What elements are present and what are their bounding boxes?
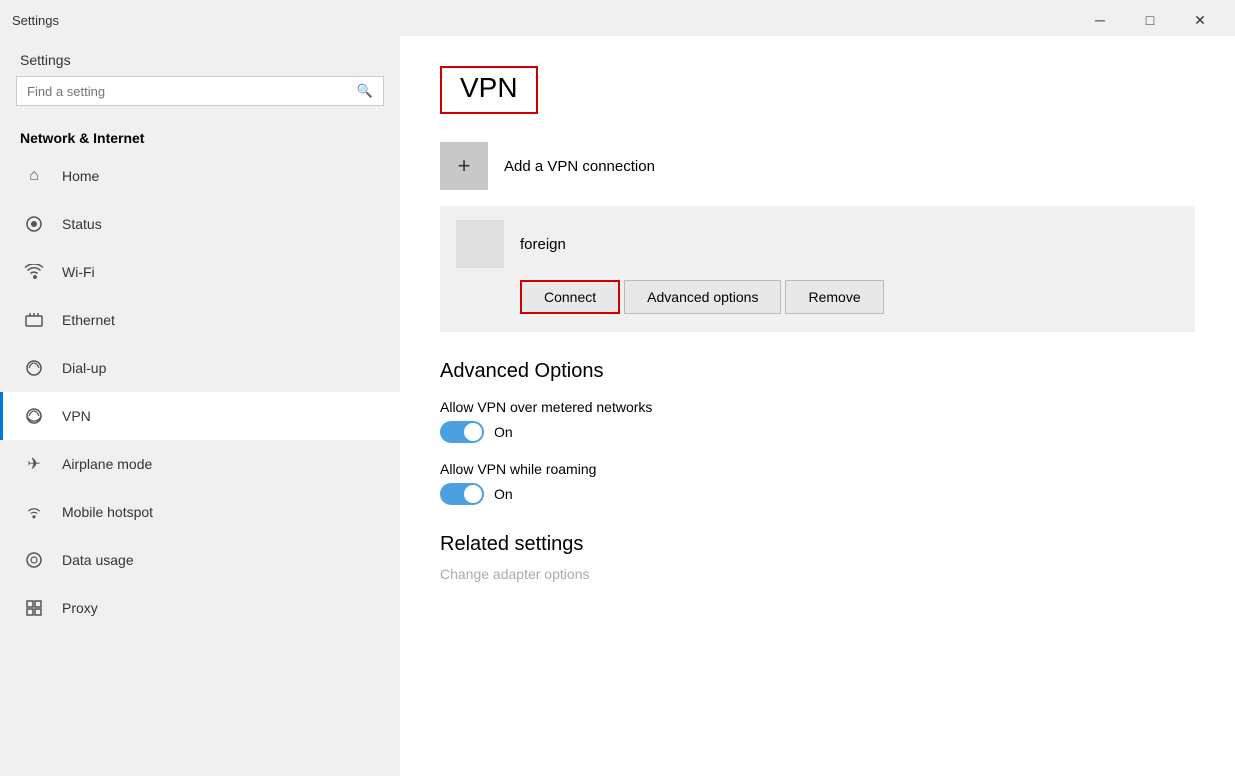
roaming-toggle-container: On: [440, 483, 1195, 505]
vpn-icon: [20, 402, 48, 430]
roaming-toggle[interactable]: [440, 483, 484, 505]
metered-toggle-state: On: [494, 424, 513, 440]
title-bar: Settings ─ □ ✕: [0, 0, 1235, 36]
sidebar-item-proxy[interactable]: Proxy: [0, 584, 400, 632]
sidebar-item-label: VPN: [62, 408, 91, 424]
vpn-entry: foreign Connect Advanced options Remove: [440, 206, 1195, 332]
change-adapter-options-link[interactable]: Change adapter options: [440, 566, 1195, 582]
plus-icon: +: [458, 153, 471, 179]
proxy-icon: [20, 594, 48, 622]
sidebar-item-label: Ethernet: [62, 312, 115, 328]
wifi-icon: [20, 258, 48, 286]
sidebar-item-label: Status: [62, 216, 102, 232]
sidebar-item-airplane[interactable]: ✈ Airplane mode: [0, 440, 400, 488]
home-icon: ⌂: [20, 162, 48, 190]
search-input[interactable]: [27, 84, 357, 99]
connect-button[interactable]: Connect: [520, 280, 620, 314]
sidebar-item-label: Home: [62, 168, 99, 184]
sidebar-item-label: Dial-up: [62, 360, 106, 376]
roaming-label: Allow VPN while roaming: [440, 461, 1195, 477]
main-content: VPN + Add a VPN connection foreign Conne…: [400, 36, 1235, 776]
vpn-entry-label: foreign: [520, 236, 566, 253]
sidebar-item-wifi[interactable]: Wi-Fi: [0, 248, 400, 296]
minimize-button[interactable]: ─: [1077, 6, 1123, 34]
airplane-icon: ✈: [20, 450, 48, 478]
sidebar-item-ethernet[interactable]: Ethernet: [0, 296, 400, 344]
sidebar-item-label: Wi-Fi: [62, 264, 95, 280]
vpn-entry-icon: [456, 220, 504, 268]
add-vpn-icon: +: [440, 142, 488, 190]
sidebar-item-label: Data usage: [62, 552, 134, 568]
vpn-entry-name: foreign: [456, 220, 1179, 268]
app-body: Settings 🔍 Network & Internet ⌂ Home Sta…: [0, 36, 1235, 776]
vpn-entry-buttons: Connect Advanced options Remove: [456, 268, 1179, 318]
add-vpn-label: Add a VPN connection: [504, 158, 655, 175]
dialup-icon: [20, 354, 48, 382]
advanced-options-heading: Advanced Options: [440, 360, 1195, 383]
window-controls: ─ □ ✕: [1077, 6, 1223, 34]
sidebar-item-hotspot[interactable]: Mobile hotspot: [0, 488, 400, 536]
status-icon: [20, 210, 48, 238]
page-title: VPN: [440, 66, 538, 114]
datausage-icon: [20, 546, 48, 574]
advanced-options-button[interactable]: Advanced options: [624, 280, 781, 314]
metered-toggle[interactable]: [440, 421, 484, 443]
sidebar-item-vpn[interactable]: VPN: [0, 392, 400, 440]
sidebar-item-home[interactable]: ⌂ Home: [0, 152, 400, 200]
roaming-row: Allow VPN while roaming On: [440, 461, 1195, 505]
sidebar-item-label: Proxy: [62, 600, 98, 616]
sidebar-item-datausage[interactable]: Data usage: [0, 536, 400, 584]
sidebar-item-label: Airplane mode: [62, 456, 152, 472]
sidebar-header: Settings: [0, 36, 400, 76]
metered-toggle-container: On: [440, 421, 1195, 443]
close-button[interactable]: ✕: [1177, 6, 1223, 34]
related-settings-heading: Related settings: [440, 533, 1195, 556]
sidebar: Settings 🔍 Network & Internet ⌂ Home Sta…: [0, 36, 400, 776]
sidebar-item-status[interactable]: Status: [0, 200, 400, 248]
app-title: Settings: [12, 13, 59, 28]
remove-button[interactable]: Remove: [785, 280, 883, 314]
hotspot-icon: [20, 498, 48, 526]
roaming-toggle-state: On: [494, 486, 513, 502]
maximize-button[interactable]: □: [1127, 6, 1173, 34]
metered-networks-row: Allow VPN over metered networks On: [440, 399, 1195, 443]
sidebar-item-dialup[interactable]: Dial-up: [0, 344, 400, 392]
search-icon: 🔍: [357, 83, 373, 99]
ethernet-icon: [20, 306, 48, 334]
sidebar-item-label: Mobile hotspot: [62, 504, 153, 520]
add-vpn-row[interactable]: + Add a VPN connection: [440, 142, 1195, 190]
search-box[interactable]: 🔍: [16, 76, 384, 106]
metered-networks-label: Allow VPN over metered networks: [440, 399, 1195, 415]
sidebar-section-label: Network & Internet: [0, 122, 400, 152]
